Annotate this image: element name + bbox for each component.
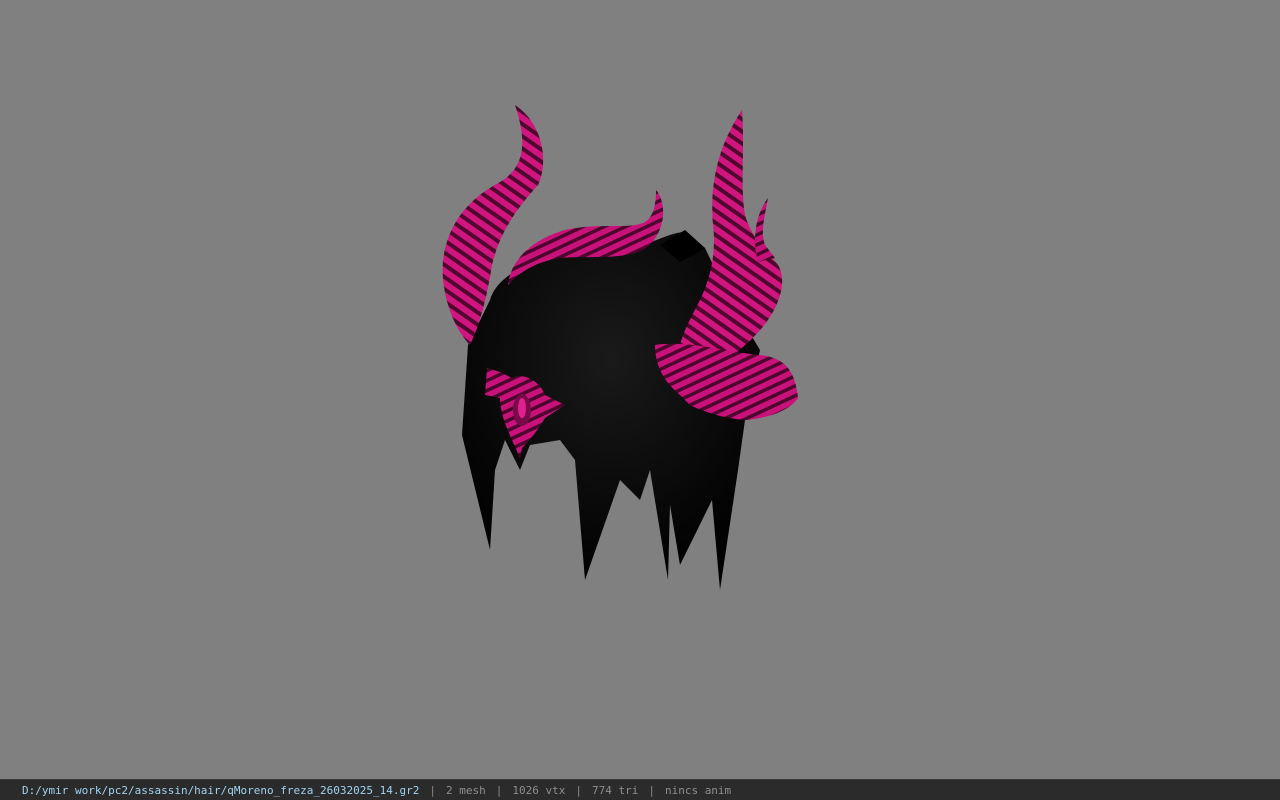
status-separator: | bbox=[495, 783, 503, 797]
mesh-count-label: 2 mesh bbox=[445, 783, 486, 797]
status-separator: | bbox=[648, 783, 655, 797]
vertex-count-label: 1026 vtx bbox=[512, 783, 566, 797]
status-separator: | bbox=[575, 783, 582, 797]
hair-model-render[interactable] bbox=[0, 0, 1280, 779]
triangle-count-label: 774 tri bbox=[591, 783, 639, 797]
animation-status-label: nincs anim bbox=[664, 783, 732, 797]
status-bar: D:/ymir work/pc2/assassin/hair/qMoreno_f… bbox=[0, 779, 1280, 800]
model-viewport[interactable] bbox=[0, 0, 1280, 779]
status-separator: | bbox=[429, 783, 436, 797]
file-path-label: D:/ymir work/pc2/assassin/hair/qMoreno_f… bbox=[22, 783, 420, 797]
